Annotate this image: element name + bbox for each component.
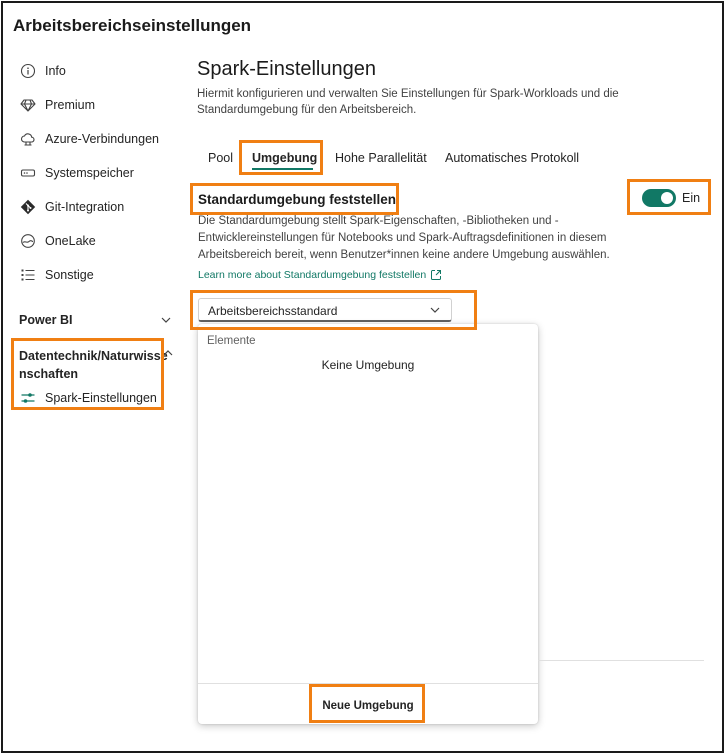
section-description: Die Standardumgebung stellt Spark-Eigens… (198, 215, 610, 261)
page-title: Spark-Einstellungen (197, 58, 376, 80)
tab-hohe-parallelitaet[interactable]: Hohe Parallelität (335, 151, 427, 165)
sidebar-item-label: Info (45, 64, 66, 78)
external-link-icon (431, 270, 442, 280)
sidebar-item-git-integration[interactable]: Git-Integration (19, 196, 124, 218)
sidebar-item-label: Azure-Verbindungen (45, 132, 159, 146)
chevron-down-icon[interactable] (160, 314, 172, 326)
learn-more-text: Learn more about Standardumgebung festst… (198, 269, 427, 281)
tab-pool[interactable]: Pool (208, 151, 233, 165)
diamond-icon (19, 96, 37, 114)
sidebar-item-premium[interactable]: Premium (19, 94, 95, 116)
sidebar-item-onelake[interactable]: OneLake (19, 230, 96, 252)
cloud-link-icon (19, 130, 37, 148)
onelake-icon (19, 232, 37, 250)
sidebar-item-systemspeicher[interactable]: Systemspeicher (19, 162, 134, 184)
environment-dropdown-list: Elemente Keine Umgebung Neue Umgebung (198, 324, 538, 724)
list-icon (19, 266, 37, 284)
dropdown-list-header: Elemente (207, 335, 256, 347)
highlight-toggle (627, 179, 711, 215)
highlight-new-environment (309, 684, 425, 723)
sidebar-item-label: Systemspeicher (45, 166, 134, 180)
highlight-section-label (190, 183, 399, 215)
git-icon (19, 198, 37, 216)
sidebar-item-sonstige[interactable]: Sonstige (19, 264, 94, 286)
highlight-sidebar-datentechnik (11, 338, 164, 410)
page-description: Hiermit konfigurieren und verwalten Sie … (197, 88, 619, 116)
sidebar-item-label: Sonstige (45, 268, 94, 282)
sidebar-item-label: Git-Integration (45, 200, 125, 214)
content-divider (538, 660, 704, 661)
sidebar-item-info[interactable]: Info (19, 60, 66, 82)
highlight-dropdown (190, 290, 477, 330)
sidebar-section-power-bi[interactable]: Power BI (19, 313, 73, 327)
tab-automatisches-protokoll[interactable]: Automatisches Protokoll (445, 151, 579, 165)
learn-more-link[interactable]: Learn more about Standardumgebung festst… (198, 269, 442, 281)
highlight-tab-umgebung (239, 140, 323, 175)
sidebar-item-azure-verbindungen[interactable]: Azure-Verbindungen (19, 128, 159, 150)
dropdown-option-keine-umgebung[interactable]: Keine Umgebung (198, 358, 538, 372)
storage-icon (19, 164, 37, 182)
info-icon (19, 62, 37, 80)
sidebar-item-label: OneLake (45, 234, 96, 248)
sidebar-item-label: Premium (45, 98, 96, 112)
window-title: Arbeitsbereichseinstellungen (13, 16, 252, 35)
